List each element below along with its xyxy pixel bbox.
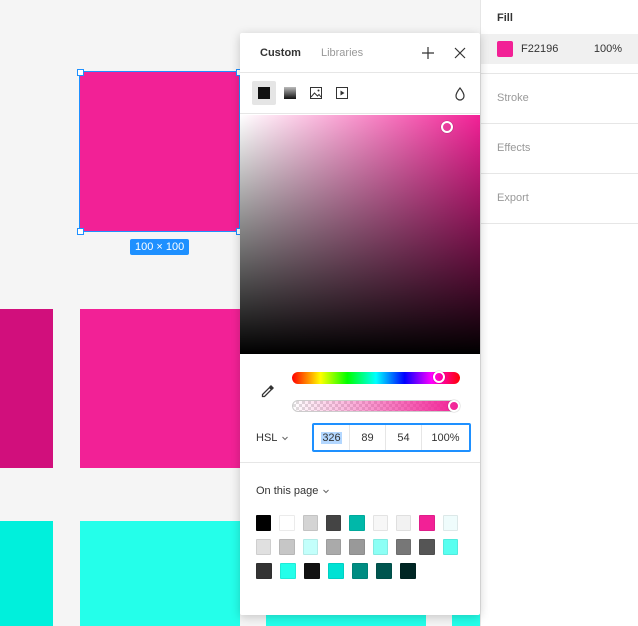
effects-title[interactable]: Effects	[481, 124, 638, 173]
lightness-input[interactable]: 54	[386, 425, 422, 450]
color-swatch[interactable]	[400, 563, 416, 579]
color-swatch[interactable]	[419, 539, 435, 555]
color-swatch[interactable]	[302, 515, 318, 531]
add-style-button[interactable]	[420, 45, 436, 61]
export-section[interactable]: Export	[481, 174, 638, 224]
color-swatch[interactable]	[325, 539, 342, 555]
color-swatch[interactable]	[352, 563, 368, 579]
selected-rectangle[interactable]	[79, 71, 240, 232]
swatch-row	[256, 539, 466, 555]
opacity-slider[interactable]	[292, 400, 460, 412]
saturation-handle[interactable]	[440, 121, 453, 134]
close-icon	[454, 47, 466, 59]
eyedropper-button[interactable]	[260, 383, 276, 399]
fill-row[interactable]: F22196 100%	[481, 34, 638, 64]
chevron-down-icon	[323, 489, 330, 494]
resize-handle-bottom-left[interactable]	[77, 228, 84, 235]
color-swatch[interactable]	[442, 539, 458, 555]
chevron-down-icon	[282, 436, 289, 441]
saturation-input[interactable]: 89	[350, 425, 386, 450]
image-icon	[310, 87, 322, 99]
effects-section[interactable]: Effects	[481, 124, 638, 174]
color-swatch[interactable]	[442, 515, 458, 531]
close-button[interactable]	[452, 45, 468, 61]
color-swatch[interactable]	[419, 515, 435, 531]
hue-value: 326	[321, 431, 342, 444]
video-icon	[336, 87, 348, 99]
fill-opacity-value[interactable]: 100%	[594, 43, 622, 55]
fill-type-gradient-button[interactable]	[278, 81, 302, 105]
color-swatch[interactable]	[372, 515, 388, 531]
saturation-field[interactable]	[240, 115, 480, 354]
color-swatch[interactable]	[256, 563, 272, 579]
color-swatch[interactable]	[328, 563, 344, 579]
tab-libraries[interactable]: Libraries	[321, 47, 363, 59]
color-picker-popup: Custom Libraries HSL 326 89 54 100% On t…	[240, 33, 480, 615]
fill-type-row	[240, 73, 480, 114]
color-value-inputs: 326 89 54 100%	[312, 423, 471, 452]
canvas-rectangle[interactable]	[80, 309, 240, 468]
fill-hex-value[interactable]: F22196	[521, 43, 594, 55]
canvas-rectangle[interactable]	[0, 309, 53, 468]
fill-type-video-button[interactable]	[330, 81, 354, 105]
swatch-row	[256, 563, 466, 579]
color-mode-select[interactable]: HSL	[256, 432, 289, 444]
fill-section: Fill F22196 100%	[481, 0, 638, 74]
divider	[240, 462, 480, 463]
color-mode-label: HSL	[256, 432, 278, 444]
stroke-section[interactable]: Stroke	[481, 74, 638, 124]
properties-panel: Fill F22196 100% Stroke Effects Export	[480, 0, 638, 626]
fill-title: Fill	[497, 12, 513, 24]
hue-slider-knob[interactable]	[433, 371, 446, 383]
blend-mode-button[interactable]	[454, 87, 466, 101]
document-colors-label: On this page	[256, 485, 319, 497]
color-swatch[interactable]	[395, 539, 412, 555]
fill-type-image-button[interactable]	[304, 81, 328, 105]
plus-icon	[422, 47, 434, 59]
color-swatch[interactable]	[280, 563, 296, 579]
color-swatch[interactable]	[376, 563, 392, 579]
swatch-row	[256, 515, 466, 531]
color-swatch[interactable]	[256, 539, 272, 555]
color-swatch[interactable]	[304, 563, 320, 579]
color-swatch-grid	[256, 515, 466, 587]
fill-type-solid-button[interactable]	[252, 81, 276, 105]
solid-fill-icon	[258, 87, 270, 99]
color-swatch[interactable]	[302, 539, 318, 555]
color-swatch[interactable]	[372, 539, 388, 555]
color-swatch[interactable]	[349, 515, 365, 531]
dimension-badge: 100 × 100	[130, 239, 190, 255]
picker-header: Custom Libraries	[240, 33, 480, 73]
canvas-rectangle[interactable]	[0, 521, 53, 626]
drop-icon	[455, 87, 465, 101]
canvas-rectangle[interactable]	[80, 521, 240, 626]
color-swatch[interactable]	[279, 515, 295, 531]
document-colors-select[interactable]: On this page	[256, 485, 330, 497]
opacity-input[interactable]: 100%	[422, 425, 469, 450]
gradient-fill-icon	[284, 87, 296, 99]
hue-slider[interactable]	[292, 371, 460, 384]
opacity-slider-knob[interactable]	[448, 400, 460, 412]
color-swatch[interactable]	[279, 539, 295, 555]
eyedropper-icon	[261, 385, 274, 398]
resize-handle-top-left[interactable]	[77, 69, 84, 76]
color-swatch[interactable]	[325, 515, 342, 531]
tab-custom[interactable]: Custom	[260, 47, 301, 59]
color-swatch[interactable]	[349, 539, 365, 555]
stroke-title[interactable]: Stroke	[481, 74, 638, 123]
hue-input[interactable]: 326	[314, 425, 350, 450]
color-swatch[interactable]	[395, 515, 412, 531]
fill-color-swatch[interactable]	[497, 41, 513, 57]
color-swatch[interactable]	[256, 515, 272, 531]
export-title[interactable]: Export	[481, 174, 638, 223]
color-values-row: HSL 326 89 54 100%	[240, 423, 480, 463]
